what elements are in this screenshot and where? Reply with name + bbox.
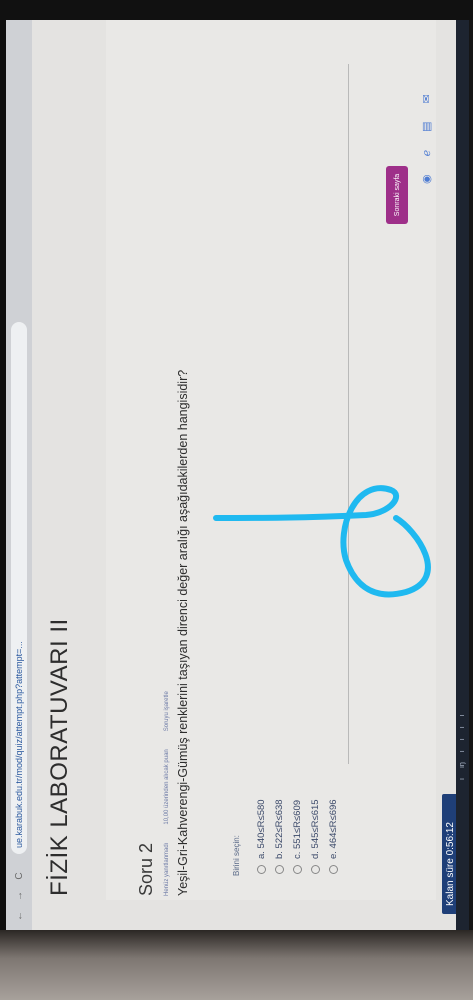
next-page-button[interactable]: Sonraki sayfa (386, 166, 408, 224)
option-label: b. 522≤R≤638 (273, 799, 285, 859)
taskbar-item[interactable]: ı (459, 778, 466, 780)
answer-option-d[interactable]: d. 545≤R≤615 (306, 799, 324, 874)
option-label: a. 540≤R≤580 (255, 799, 267, 859)
chrome-icon[interactable]: ◉ (420, 174, 433, 184)
page-title: FİZİK LABORATUVARI II (46, 618, 73, 896)
radio-button[interactable] (274, 865, 284, 874)
choose-label: Birini seçin: (232, 835, 241, 876)
question-status: Henüz yanıtlanmadı (164, 842, 170, 896)
taskbar-item[interactable]: ı (459, 738, 466, 740)
photo-bezel-top (0, 0, 473, 20)
option-label: d. 545≤R≤615 (309, 799, 321, 859)
taskbar-item[interactable]: ı (459, 750, 466, 752)
answer-option-c[interactable]: c. 551≤R≤609 (288, 799, 306, 874)
question-card (106, 20, 436, 900)
answer-option-e[interactable]: e. 464≤R≤696 (324, 799, 342, 874)
answer-option-b[interactable]: b. 522≤R≤638 (270, 799, 288, 874)
windows-taskbar: ı ıŋ ı ı ı ı (456, 20, 469, 930)
address-bar[interactable]: ue.karabuk.edu.tr/mod/quiz/attempt.php?a… (11, 322, 27, 854)
question-meta: Henüz yanıtlanmadı 10,00 üzerinden alıca… (164, 691, 170, 896)
edge-icon[interactable]: ℯ (420, 150, 433, 157)
photo-bezel-bottom (0, 930, 473, 1000)
answer-option-a[interactable]: a. 540≤R≤580 (252, 799, 270, 874)
radio-button[interactable] (328, 865, 338, 874)
taskbar-item[interactable]: ı (459, 726, 466, 728)
answer-options: a. 540≤R≤580 b. 522≤R≤638 c. 551≤R≤609 d… (252, 799, 342, 874)
browser-screen: ← → C ue.karabuk.edu.tr/mod/quiz/attempt… (6, 20, 469, 930)
divider-line (348, 64, 349, 764)
radio-button[interactable] (310, 865, 320, 874)
option-label: e. 464≤R≤696 (327, 799, 339, 859)
taskbar-app-icons: ◉ ℯ ▤ ✉ (420, 94, 433, 184)
question-points: 10,00 üzerinden alıcak puan (164, 749, 170, 825)
mail-icon[interactable]: ✉ (420, 94, 433, 103)
flag-question-link[interactable]: Soruyu işaretle (164, 691, 170, 731)
reload-button[interactable]: C (14, 870, 25, 882)
question-number: Soru 2 (136, 842, 156, 896)
taskbar-item[interactable]: ıŋ (459, 762, 466, 768)
option-label: c. 551≤R≤609 (291, 799, 303, 859)
question-text: Yeşil-Gri-Kahverengi-Gümüş renklerini ta… (176, 369, 190, 896)
forward-button[interactable]: → (14, 890, 25, 902)
taskbar-item[interactable]: ı (459, 714, 466, 716)
browser-toolbar: ← → C ue.karabuk.edu.tr/mod/quiz/attempt… (6, 20, 32, 930)
back-button[interactable]: ← (14, 910, 25, 922)
radio-button[interactable] (256, 865, 266, 874)
file-icon[interactable]: ▤ (420, 121, 433, 131)
photo-bezel-right (469, 20, 473, 930)
radio-button[interactable] (292, 865, 302, 874)
